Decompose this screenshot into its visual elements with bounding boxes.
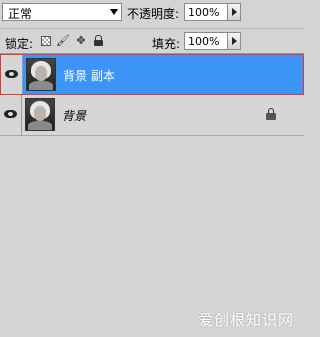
lock-icon <box>266 108 276 120</box>
eye-icon <box>4 110 17 118</box>
lock-image-pixels-brush-icon[interactable]: 🖌 <box>56 34 70 47</box>
blend-opacity-row: 正常 不透明度: 100% <box>0 0 304 26</box>
lock-all-icon[interactable] <box>92 34 104 47</box>
fill-slider-button[interactable] <box>227 32 241 50</box>
chevron-down-icon <box>110 9 118 15</box>
lock-fill-row: 锁定: 🖌 ✥ 填充: 100% <box>0 28 304 53</box>
fill-input[interactable]: 100% <box>184 32 230 50</box>
layer-name: 背景 <box>62 109 87 123</box>
layers-list: 背景 副本 背景 <box>0 53 304 337</box>
layer-row-background-copy[interactable]: 背景 副本 <box>0 54 304 95</box>
lock-label: 锁定: <box>5 37 34 51</box>
blend-mode-value: 正常 <box>8 7 33 21</box>
layer-thumbnail <box>25 98 55 131</box>
fill-label: 填充: <box>152 37 181 51</box>
lock-position-move-icon[interactable]: ✥ <box>75 34 87 47</box>
layers-panel: 正常 不透明度: 100% 锁定: 🖌 ✥ 填充: 100% 背景 副本 背景 … <box>0 0 304 337</box>
layer-thumbnail <box>26 58 56 91</box>
visibility-toggle[interactable] <box>1 55 23 94</box>
watermark-text: 爱创根知识网 <box>197 311 294 329</box>
opacity-slider-button[interactable] <box>227 3 241 21</box>
layer-name: 背景 副本 <box>63 69 115 83</box>
visibility-toggle[interactable] <box>0 95 22 135</box>
eye-icon <box>5 70 18 78</box>
opacity-input[interactable]: 100% <box>184 3 230 21</box>
blend-mode-select[interactable]: 正常 <box>2 3 122 21</box>
opacity-label: 不透明度: <box>127 7 180 21</box>
lock-transparent-pixels-icon[interactable] <box>40 34 52 47</box>
layer-row-background[interactable]: 背景 <box>0 95 304 136</box>
